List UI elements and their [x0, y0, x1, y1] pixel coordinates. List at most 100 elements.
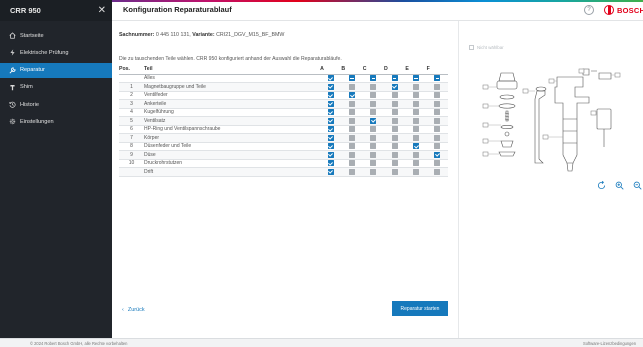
checkbox-a[interactable] [327, 83, 334, 90]
checkbox-a[interactable] [327, 143, 334, 150]
column-header-b: B [341, 65, 363, 75]
checkbox-f[interactable] [434, 168, 441, 175]
checkbox-e[interactable] [412, 109, 419, 116]
sidebar-item-shim[interactable]: Shim [0, 80, 112, 95]
help-icon[interactable]: ? [584, 5, 594, 15]
checkbox-d[interactable] [391, 126, 398, 133]
diagram-callout [590, 110, 597, 116]
checkbox-d[interactable] [391, 151, 398, 158]
checkbox-b[interactable] [349, 134, 356, 141]
checkbox-e[interactable] [412, 92, 419, 99]
checkbox-f[interactable] [434, 75, 441, 82]
checkbox-c[interactable] [370, 117, 377, 124]
checkbox-b[interactable] [349, 117, 356, 124]
checkbox-a[interactable] [327, 117, 334, 124]
diagram-callout [522, 88, 529, 94]
checkbox-c[interactable] [370, 168, 377, 175]
checkbox-f[interactable] [434, 143, 441, 150]
checkbox-e[interactable] [412, 100, 419, 107]
checkbox-b[interactable] [349, 160, 356, 167]
rotate-icon[interactable] [597, 180, 606, 192]
checkbox-d[interactable] [391, 168, 398, 175]
checkbox-f[interactable] [434, 83, 441, 90]
checkbox-e[interactable] [412, 83, 419, 90]
checkbox-b[interactable] [349, 151, 356, 158]
checkbox-c[interactable] [370, 75, 377, 82]
diagram-part-valve [500, 140, 514, 148]
checkbox-c[interactable] [370, 134, 377, 141]
cell-check-c [362, 133, 385, 143]
checkbox-b[interactable] [349, 75, 356, 82]
checkbox-d[interactable] [391, 83, 398, 90]
checkbox-d[interactable] [391, 109, 398, 116]
checkbox-b[interactable] [349, 126, 356, 133]
checkbox-a[interactable] [327, 100, 334, 107]
close-icon[interactable]: ✕ [98, 5, 106, 16]
cell-check-a [320, 167, 342, 177]
checkbox-e[interactable] [412, 75, 419, 82]
cell-check-d [384, 108, 406, 117]
checkbox-c[interactable] [370, 109, 377, 116]
checkbox-b[interactable] [349, 168, 356, 175]
checkbox-e[interactable] [412, 126, 419, 133]
start-repair-button[interactable]: Reparatur starten [392, 301, 448, 316]
checkbox-e[interactable] [412, 134, 419, 141]
checkbox-a[interactable] [327, 109, 334, 116]
checkbox-f[interactable] [434, 134, 441, 141]
checkbox-f[interactable] [434, 160, 441, 167]
checkbox-c[interactable] [370, 151, 377, 158]
checkbox-a[interactable] [327, 151, 334, 158]
checkbox-d[interactable] [391, 160, 398, 167]
checkbox-b[interactable] [349, 109, 356, 116]
checkbox-f[interactable] [434, 100, 441, 107]
sidebar-item-startseite[interactable]: Startseite [0, 28, 112, 43]
zoom-in-icon[interactable] [615, 181, 624, 192]
checkbox-a[interactable] [327, 126, 334, 133]
cell-check-e [405, 167, 427, 177]
checkbox-c[interactable] [370, 160, 377, 167]
checkbox-c[interactable] [370, 92, 377, 99]
checkbox-b[interactable] [349, 83, 356, 90]
checkbox-e[interactable] [412, 143, 419, 150]
cell-teil: Ankerteile [144, 99, 321, 109]
checkbox-f[interactable] [434, 92, 441, 99]
sidebar-item-reparatur[interactable]: Reparatur [0, 62, 112, 78]
checkbox-c[interactable] [370, 143, 377, 150]
checkbox-a[interactable] [327, 134, 334, 141]
cell-check-c [362, 108, 385, 117]
sidebar-item-elektrische-pruefung[interactable]: Elektrische Prüfung [0, 45, 112, 60]
checkbox-d[interactable] [391, 92, 398, 99]
license-link[interactable]: Software-Lizenzbedingungen [583, 341, 636, 346]
cell-check-a [320, 91, 342, 100]
sidebar-item-einstellungen[interactable]: Einstellungen [0, 114, 112, 129]
diagram-part-body-lines [563, 118, 577, 144]
checkbox-d[interactable] [391, 75, 398, 82]
sidebar-item-label: Elektrische Prüfung [20, 49, 69, 56]
checkbox-f[interactable] [434, 151, 441, 158]
checkbox-e[interactable] [412, 168, 419, 175]
checkbox-c[interactable] [370, 126, 377, 133]
checkbox-a[interactable] [327, 92, 334, 99]
checkbox-d[interactable] [391, 134, 398, 141]
checkbox-b[interactable] [349, 143, 356, 150]
checkbox-a[interactable] [327, 75, 334, 82]
checkbox-b[interactable] [349, 92, 356, 99]
back-button[interactable]: ‹ Zurück [122, 307, 145, 313]
checkbox-e[interactable] [412, 117, 419, 124]
checkbox-c[interactable] [370, 83, 377, 90]
checkbox-b[interactable] [349, 100, 356, 107]
zoom-out-icon[interactable] [633, 181, 642, 192]
checkbox-a[interactable] [327, 168, 334, 175]
checkbox-e[interactable] [412, 160, 419, 167]
sidebar-item-historie[interactable]: Historie [0, 97, 112, 112]
checkbox-f[interactable] [434, 126, 441, 133]
sidebar-nav: Startseite Elektrische Prüfung Reparatur… [0, 21, 112, 129]
checkbox-e[interactable] [412, 151, 419, 158]
checkbox-f[interactable] [434, 109, 441, 116]
checkbox-d[interactable] [391, 117, 398, 124]
checkbox-d[interactable] [391, 100, 398, 107]
checkbox-d[interactable] [391, 143, 398, 150]
checkbox-a[interactable] [327, 160, 334, 167]
checkbox-c[interactable] [370, 100, 377, 107]
checkbox-f[interactable] [434, 117, 441, 124]
